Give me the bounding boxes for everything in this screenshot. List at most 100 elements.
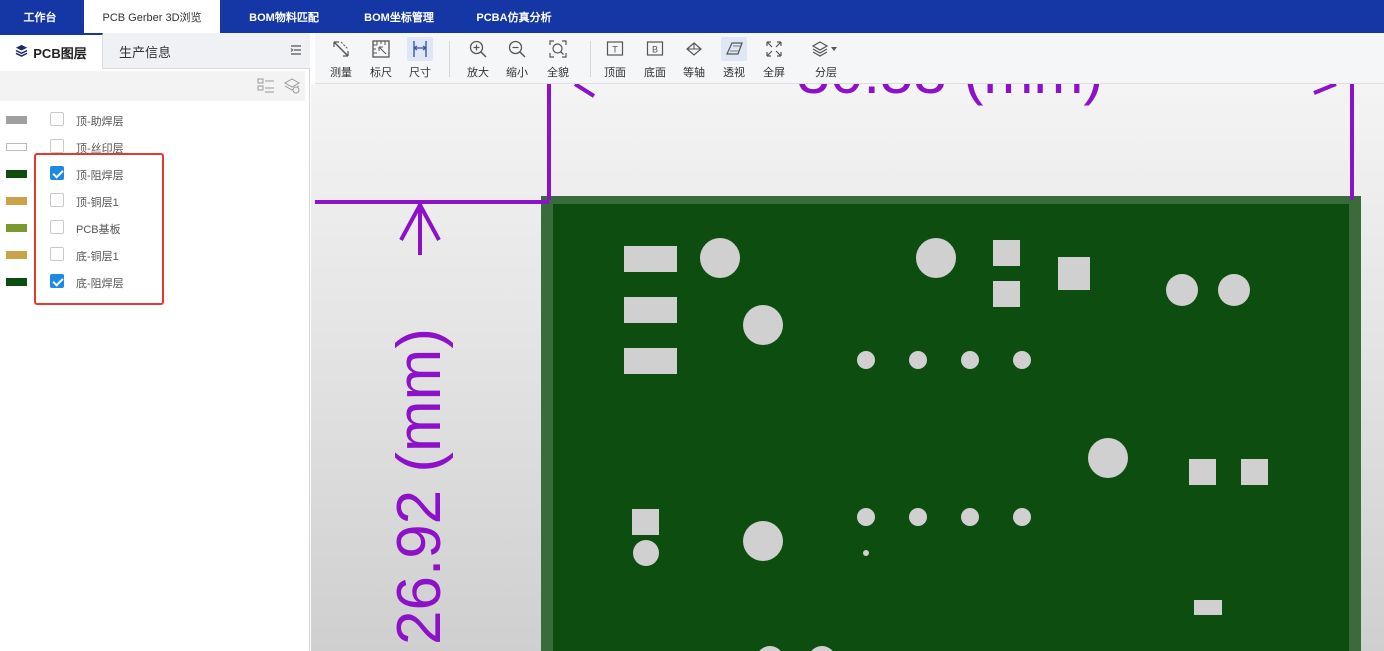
bottom-view-button[interactable]: B 底面 [637, 37, 673, 81]
layer-color-swatch [6, 170, 27, 178]
ruler-button[interactable]: 标尺 [363, 37, 399, 81]
layer-color-swatch [6, 278, 27, 286]
layers-dropdown-icon [809, 37, 843, 61]
via [909, 508, 927, 526]
toolbar-divider [449, 41, 450, 77]
pad-rect [1194, 600, 1222, 615]
layers-icon [15, 44, 28, 60]
top-view-label: 顶面 [604, 67, 626, 79]
layer-settings-icon[interactable] [283, 77, 301, 95]
pad-round [1218, 274, 1250, 306]
viewer-toolbar: 测量 标尺 尺寸 放大 缩小 全貌 T 顶面 B 底面 等轴 透视 全屏 分层 [315, 33, 1384, 84]
collapse-menu-icon[interactable] [290, 44, 302, 56]
measure-icon [328, 37, 354, 61]
layer-panel: PCB图层 生产信息 顶-助焊层 顶-丝印层 顶-阻焊层 顶-铜层1 PCB基板… [0, 33, 310, 651]
isometric-label: 等轴 [683, 67, 705, 79]
ruler-icon [368, 37, 394, 61]
fit-view-icon [545, 37, 571, 61]
layer-color-swatch [6, 251, 27, 259]
layer-color-swatch [6, 143, 27, 151]
pad-round [743, 305, 783, 345]
nav-tab-workbench[interactable]: 工作台 [0, 0, 80, 33]
tab-pcb-layers-label: PCB图层 [33, 45, 87, 61]
pad-round [1166, 274, 1198, 306]
perspective-button[interactable]: 透视 [716, 37, 752, 81]
isometric-icon [681, 37, 707, 61]
fullscreen-label: 全屏 [763, 67, 785, 79]
pad-round [1088, 438, 1128, 478]
pcb-3d-viewport[interactable]: 30.53 (mm) 26.92 (mm) [311, 84, 1384, 651]
bottom-view-icon: B [642, 37, 668, 61]
via [961, 508, 979, 526]
list-view-icon[interactable] [257, 77, 275, 95]
dimension-button[interactable]: 尺寸 [402, 37, 438, 81]
fit-view-button[interactable]: 全貌 [540, 37, 576, 81]
nav-tab-pcb-gerber-3d[interactable]: PCB Gerber 3D浏览 [84, 0, 220, 33]
svg-text:T: T [612, 45, 618, 55]
layer-color-swatch [6, 224, 27, 232]
pad-rect [624, 246, 677, 272]
pcb-scene: 30.53 (mm) 26.92 (mm) [315, 84, 1361, 651]
fit-view-label: 全貌 [547, 67, 569, 79]
layers-dropdown-label: 分层 [815, 67, 837, 79]
layer-color-swatch [6, 116, 27, 124]
layer-checkbox[interactable] [50, 112, 64, 126]
tab-production-info[interactable]: 生产信息 [104, 33, 186, 69]
via [1013, 508, 1031, 526]
dimension-icon [407, 37, 433, 61]
pad-round [700, 238, 740, 278]
toolbar-divider [590, 41, 591, 77]
zoom-out-label: 缩小 [506, 67, 528, 79]
pad-square [632, 509, 659, 535]
ruler-label: 标尺 [370, 67, 392, 79]
isometric-button[interactable]: 等轴 [676, 37, 712, 81]
pad-rect [624, 348, 677, 374]
layers-dropdown-button[interactable]: 分层 [808, 37, 844, 81]
via [857, 351, 875, 369]
height-dimension-label: 26.92 (mm) [385, 328, 454, 645]
layer-row-top-paste[interactable]: 顶-助焊层 [0, 106, 300, 133]
pad-round [743, 521, 783, 561]
pad-round [916, 238, 956, 278]
via [857, 508, 875, 526]
fullscreen-icon [761, 37, 787, 61]
top-nav: 工作台 PCB Gerber 3D浏览 BOM物料匹配 BOM坐标管理 PCBA… [0, 0, 1384, 33]
perspective-label: 透视 [723, 67, 745, 79]
pad-square [1189, 459, 1216, 485]
via [909, 351, 927, 369]
nav-tab-bom-match[interactable]: BOM物料匹配 [224, 0, 344, 33]
width-dimension: 30.53 (mm) [547, 84, 1354, 200]
via-small [863, 550, 869, 556]
zoom-out-icon [504, 37, 530, 61]
dimension-label: 尺寸 [409, 67, 431, 79]
pad-square [993, 240, 1020, 266]
layer-tools-bar [0, 71, 305, 101]
top-view-icon: T [602, 37, 628, 61]
pad-round [633, 540, 659, 566]
zoom-in-label: 放大 [467, 67, 489, 79]
pad-square [1058, 257, 1090, 290]
via [1013, 351, 1031, 369]
perspective-icon [721, 37, 747, 61]
height-dimension: 26.92 (mm) [315, 200, 549, 645]
panel-tabs: PCB图层 生产信息 [0, 33, 310, 69]
pad-square [993, 281, 1020, 307]
top-view-button[interactable]: T 顶面 [597, 37, 633, 81]
nav-tab-bom-coordinates[interactable]: BOM坐标管理 [344, 0, 454, 33]
pad-rect [624, 297, 677, 323]
zoom-in-button[interactable]: 放大 [460, 37, 496, 81]
layer-color-swatch [6, 197, 27, 205]
layer-label: 顶-助焊层 [76, 116, 124, 128]
pad-square [1241, 459, 1268, 485]
via [961, 351, 979, 369]
measure-button[interactable]: 测量 [323, 37, 359, 81]
layer-checkbox[interactable] [50, 139, 64, 153]
fullscreen-button[interactable]: 全屏 [756, 37, 792, 81]
bottom-view-label: 底面 [644, 67, 666, 79]
measure-label: 测量 [330, 67, 352, 79]
nav-tab-pcba-simulation[interactable]: PCBA仿真分析 [454, 0, 574, 33]
tab-pcb-layers[interactable]: PCB图层 [0, 33, 103, 69]
width-dimension-label: 30.53 (mm) [797, 84, 1104, 106]
zoom-out-button[interactable]: 缩小 [499, 37, 535, 81]
zoom-in-icon [465, 37, 491, 61]
